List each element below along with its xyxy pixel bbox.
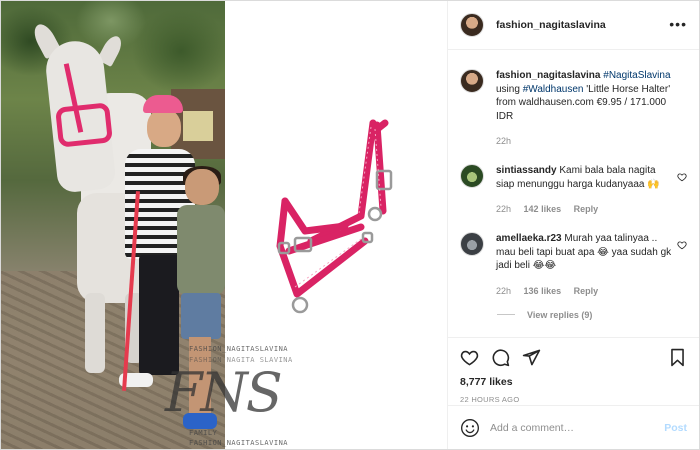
heart-icon[interactable] xyxy=(677,172,687,182)
comment-icon[interactable] xyxy=(491,348,510,367)
timestamp[interactable]: 22h xyxy=(496,286,511,296)
comment-username[interactable]: amellaeka.r23 xyxy=(496,233,562,244)
comment: sintiassandy Kami bala bala nagita siap … xyxy=(460,164,687,214)
comment-username[interactable]: sintiassandy xyxy=(496,165,557,176)
post-media[interactable]: FASHION_NAGITASLAVINA FASHION NAGITA SLA… xyxy=(1,1,448,449)
comment-input[interactable] xyxy=(490,421,665,434)
reply-button[interactable]: Reply xyxy=(574,204,599,214)
avatar[interactable] xyxy=(460,69,484,93)
comment-likes[interactable]: 142 likes xyxy=(524,204,562,214)
timestamp[interactable]: 22h xyxy=(496,204,511,214)
timestamp[interactable]: 22h xyxy=(496,136,511,146)
bookmark-icon[interactable] xyxy=(668,348,687,367)
hashtag-link[interactable]: #Waldhausen xyxy=(523,84,584,95)
post-timestamp[interactable]: 22 HOURS AGO xyxy=(460,395,687,404)
comment-likes[interactable]: 136 likes xyxy=(524,286,562,296)
view-replies-button[interactable]: View replies (9) xyxy=(497,310,687,320)
comment: amellaeka.r23 Murah yaa talinyaa .. mau … xyxy=(460,232,687,296)
horse-photo xyxy=(1,1,225,449)
caption-username[interactable]: fashion_nagitaslavina xyxy=(496,70,600,81)
avatar[interactable] xyxy=(460,164,484,188)
heart-icon[interactable] xyxy=(677,240,687,250)
instagram-post: FASHION_NAGITASLAVINA FASHION NAGITA SLA… xyxy=(0,0,700,450)
product-image xyxy=(225,1,447,449)
more-horizontal-icon[interactable]: ••• xyxy=(669,17,687,31)
post-actions: 8,777 likes 22 HOURS AGO xyxy=(448,337,699,404)
heart-icon[interactable] xyxy=(460,348,479,367)
avatar[interactable] xyxy=(460,232,484,256)
comments-list: fashion_nagitaslavina #NagitaSlavina usi… xyxy=(448,51,699,336)
avatar[interactable] xyxy=(460,13,484,37)
likes-count[interactable]: 8,777 likes xyxy=(460,376,687,388)
post-sidebar: fashion_nagitaslavina ••• fashion_nagita… xyxy=(448,1,699,449)
boy-figure xyxy=(177,166,225,439)
reply-button[interactable]: Reply xyxy=(574,286,599,296)
hashtag-link[interactable]: #NagitaSlavina xyxy=(603,70,670,81)
post-button[interactable]: Post xyxy=(664,422,687,434)
add-comment-bar: Post xyxy=(448,405,699,449)
share-icon[interactable] xyxy=(522,348,541,367)
header-username[interactable]: fashion_nagitaslavina xyxy=(496,19,606,31)
horse-halter-image xyxy=(276,119,393,314)
caption: fashion_nagitaslavina #NagitaSlavina usi… xyxy=(460,69,687,146)
post-header: fashion_nagitaslavina ••• xyxy=(448,1,699,50)
emoji-icon[interactable] xyxy=(460,418,480,438)
